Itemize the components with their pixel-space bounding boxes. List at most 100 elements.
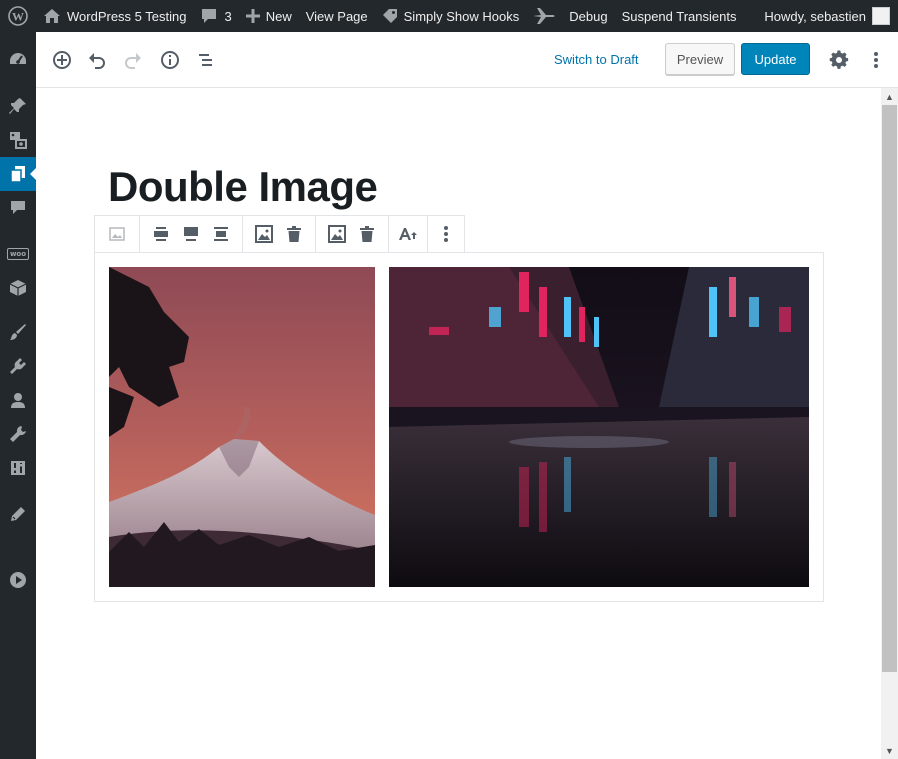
undo-button[interactable] <box>85 48 109 72</box>
menu-dashboard[interactable] <box>0 42 36 76</box>
trash-icon <box>287 226 301 242</box>
align-wide-icon <box>184 227 198 241</box>
menu-posts[interactable] <box>0 89 36 123</box>
alignment-group <box>140 216 243 252</box>
align-wide-button[interactable] <box>176 216 206 252</box>
scroll-down-arrow-icon[interactable]: ▼ <box>881 742 898 759</box>
wordpress-logo-button[interactable]: W <box>0 0 36 32</box>
menu-comments[interactable] <box>0 191 36 225</box>
menu-users[interactable] <box>0 383 36 417</box>
tag-icon <box>382 8 398 24</box>
plugins-icon <box>10 358 26 374</box>
update-button[interactable]: Update <box>741 43 810 75</box>
list-icon <box>199 54 212 66</box>
image-icon <box>255 225 273 243</box>
gear-icon <box>829 50 849 69</box>
first-image-group <box>243 216 316 252</box>
site-name-link[interactable]: WordPress 5 Testing <box>36 0 193 32</box>
replace-image-1-button[interactable] <box>249 216 279 252</box>
align-center-icon <box>154 227 168 241</box>
site-name-label: WordPress 5 Testing <box>67 8 187 24</box>
replace-image-2-button[interactable] <box>322 216 352 252</box>
menu-edit[interactable] <box>0 497 36 531</box>
svg-text:W: W <box>12 10 24 24</box>
redo-button[interactable] <box>121 48 145 72</box>
settings-icon <box>11 461 25 475</box>
pages-icon <box>10 166 25 183</box>
menu-collapse[interactable] <box>0 563 36 597</box>
align-full-icon <box>214 227 228 241</box>
new-content-link[interactable]: New <box>239 0 299 32</box>
content-info-button[interactable] <box>158 48 182 72</box>
block-toolbar <box>94 215 465 253</box>
block-switcher-group <box>95 216 140 252</box>
volcano-image[interactable] <box>109 267 375 587</box>
settings-button[interactable] <box>827 48 851 72</box>
media-icon <box>10 132 27 149</box>
info-icon <box>161 51 179 69</box>
image-icon <box>328 225 346 243</box>
menu-pages[interactable] <box>0 157 36 191</box>
menu-products[interactable] <box>0 271 36 305</box>
menu-woocommerce[interactable]: woo <box>0 237 36 271</box>
block-navigation-button[interactable] <box>194 48 218 72</box>
menu-tools[interactable] <box>0 417 36 451</box>
trash-icon <box>360 226 374 242</box>
image-block-icon <box>109 227 125 241</box>
edit-icon <box>11 507 25 521</box>
my-account-link[interactable]: Howdy, sebastien <box>757 0 866 32</box>
appearance-icon <box>10 324 26 340</box>
editor-header: Switch to Draft Preview Update <box>36 32 898 88</box>
menu-plugins[interactable] <box>0 349 36 383</box>
scroll-thumb[interactable] <box>882 105 897 672</box>
debug-label: Debug <box>569 8 608 24</box>
comments-link[interactable]: 3 <box>193 0 238 32</box>
view-page-label: View Page <box>305 8 368 24</box>
menu-media[interactable] <box>0 123 36 157</box>
posts-icon <box>9 98 26 114</box>
font-size-icon <box>399 228 417 240</box>
simply-show-hooks-link[interactable]: Simply Show Hooks <box>375 0 527 32</box>
debug-link[interactable]: Debug <box>526 0 614 32</box>
more-tools-button[interactable] <box>864 48 888 72</box>
view-page-link[interactable]: View Page <box>299 0 375 32</box>
align-center-button[interactable] <box>146 216 176 252</box>
city-street-image[interactable] <box>389 267 809 587</box>
switch-to-draft-button[interactable]: Switch to Draft <box>554 52 639 67</box>
second-image-group <box>316 216 389 252</box>
add-block-button[interactable] <box>50 48 74 72</box>
block-more-button[interactable] <box>431 216 461 252</box>
menu-appearance[interactable] <box>0 315 36 349</box>
editor-scrollbar[interactable]: ▲ ▼ <box>881 88 898 759</box>
align-full-button[interactable] <box>206 216 236 252</box>
remove-image-2-button[interactable] <box>352 216 382 252</box>
airplane-icon <box>533 7 555 25</box>
hooks-label: Simply Show Hooks <box>403 8 520 24</box>
plus-icon <box>245 9 260 23</box>
new-label: New <box>265 8 292 24</box>
block-switcher-button[interactable] <box>102 216 132 252</box>
remove-image-1-button[interactable] <box>279 216 309 252</box>
redo-icon <box>125 53 141 69</box>
more-vertical-icon <box>874 52 878 68</box>
products-icon <box>9 280 27 296</box>
font-size-button[interactable] <box>393 216 423 252</box>
woocommerce-icon: woo <box>6 248 30 260</box>
menu-settings[interactable] <box>0 451 36 485</box>
add-circle-icon <box>53 51 71 69</box>
comments-count: 3 <box>224 8 232 24</box>
play-icon <box>10 572 26 588</box>
dashboard-icon <box>10 53 26 64</box>
scroll-up-arrow-icon[interactable]: ▲ <box>881 88 898 105</box>
transients-label: Suspend Transients <box>621 8 737 24</box>
more-vertical-icon <box>444 226 448 242</box>
comment-bubble-icon <box>200 8 218 24</box>
comments-icon <box>11 201 25 214</box>
tools-icon <box>10 426 26 442</box>
post-title[interactable]: Double Image <box>108 163 378 211</box>
admin-menu: woo <box>0 32 36 759</box>
suspend-transients-link[interactable]: Suspend Transients <box>615 0 744 32</box>
wordpress-logo-icon: W <box>8 6 28 26</box>
avatar[interactable] <box>872 7 890 25</box>
preview-button[interactable]: Preview <box>665 43 735 75</box>
